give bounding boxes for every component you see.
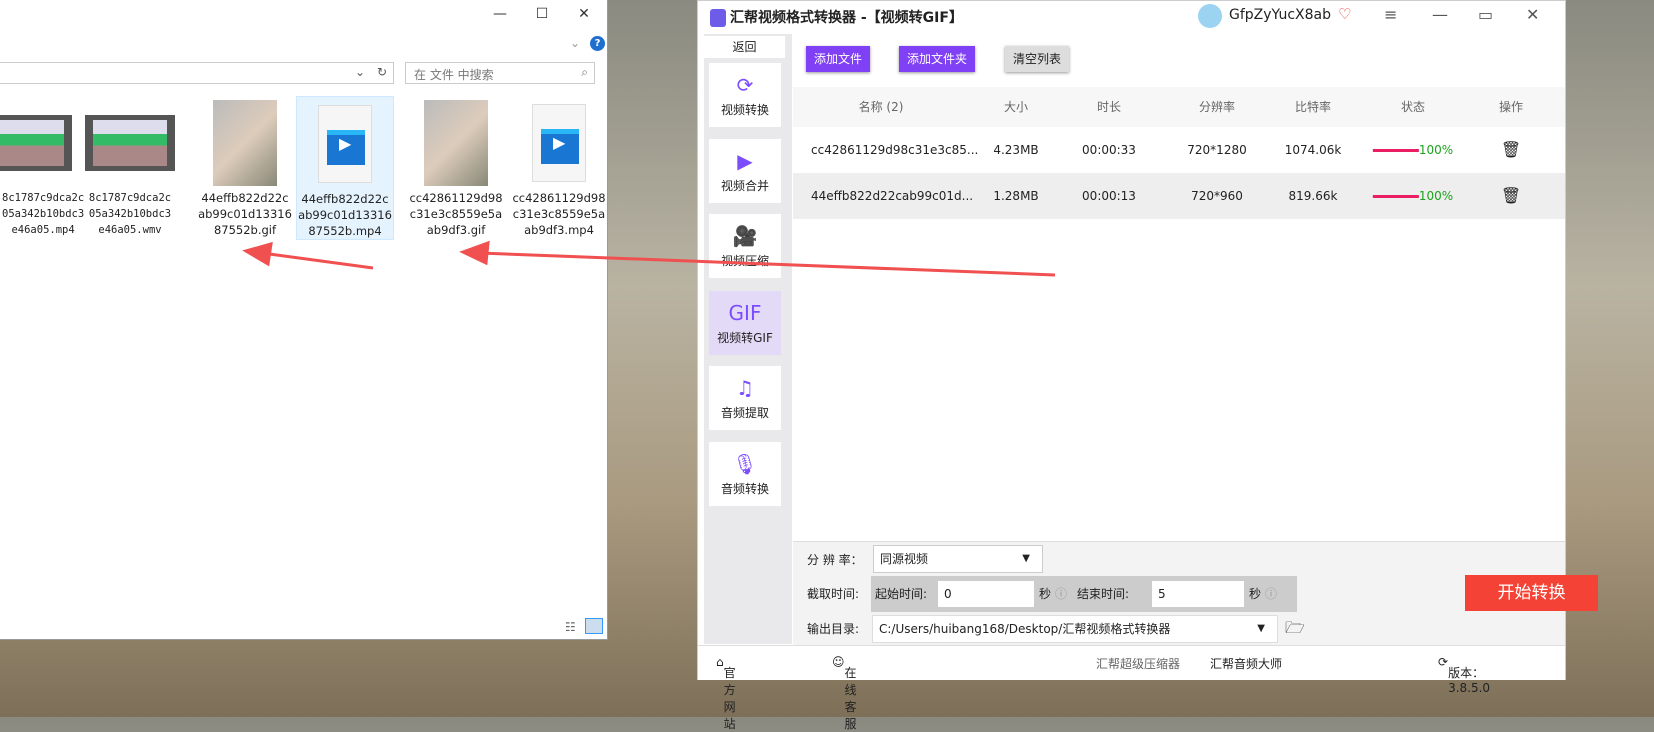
arrow-line	[479, 251, 1056, 277]
annotation-arrows	[242, 240, 1056, 277]
arrow-head	[459, 240, 490, 266]
arrow-head	[242, 241, 273, 267]
arrow-line	[261, 251, 374, 270]
